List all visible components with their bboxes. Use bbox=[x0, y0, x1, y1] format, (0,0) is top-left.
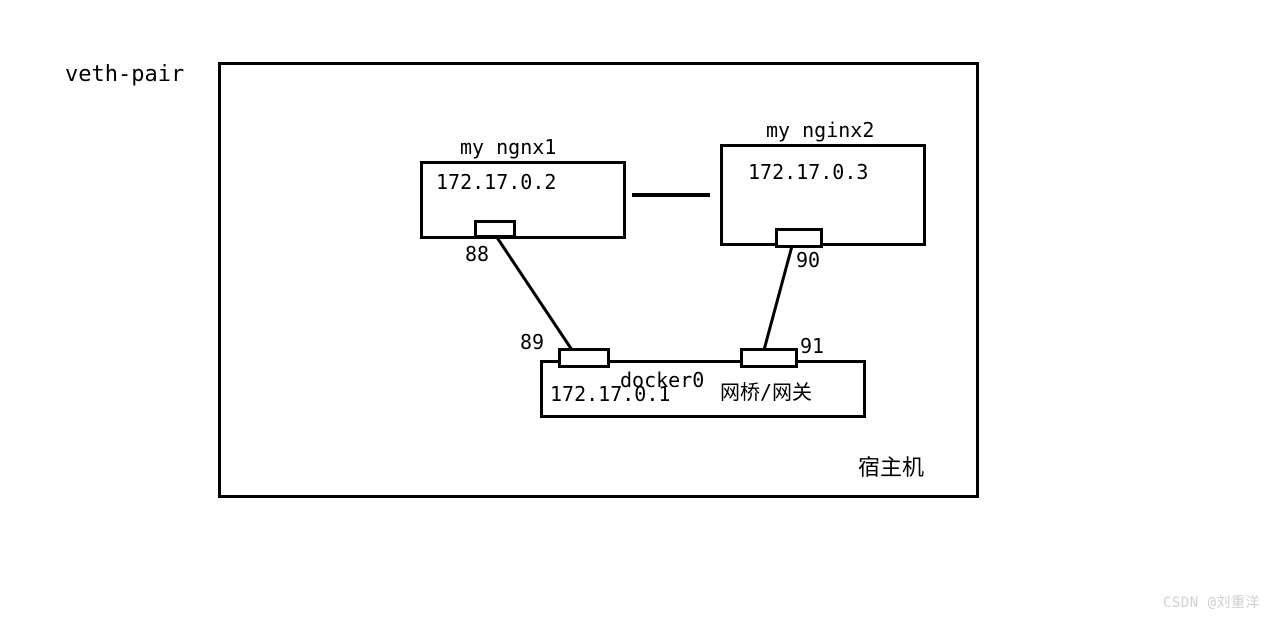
veth-88-label: 88 bbox=[465, 242, 489, 266]
nginx1-ip: 172.17.0.2 bbox=[436, 170, 556, 194]
diagram-title: veth-pair bbox=[65, 62, 184, 87]
bridge-ip: 172.17.0.1 bbox=[550, 382, 670, 406]
bridge-role: 网桥/网关 bbox=[720, 376, 812, 405]
nginx2-veth-port bbox=[775, 228, 823, 248]
nginx1-veth-port bbox=[474, 220, 516, 238]
bridge-left-port bbox=[558, 348, 610, 368]
veth-91-label: 91 bbox=[800, 334, 824, 358]
nginx2-ip: 172.17.0.3 bbox=[748, 160, 868, 184]
bridge-right-port bbox=[740, 348, 798, 368]
veth-89-label: 89 bbox=[520, 330, 544, 354]
nginx2-title: my nginx2 bbox=[766, 118, 874, 142]
host-label: 宿主机 bbox=[858, 450, 924, 482]
veth-90-label: 90 bbox=[796, 248, 820, 272]
watermark: CSDN @刘重洋 bbox=[1163, 592, 1260, 612]
nginx1-title: my ngnx1 bbox=[460, 135, 556, 159]
